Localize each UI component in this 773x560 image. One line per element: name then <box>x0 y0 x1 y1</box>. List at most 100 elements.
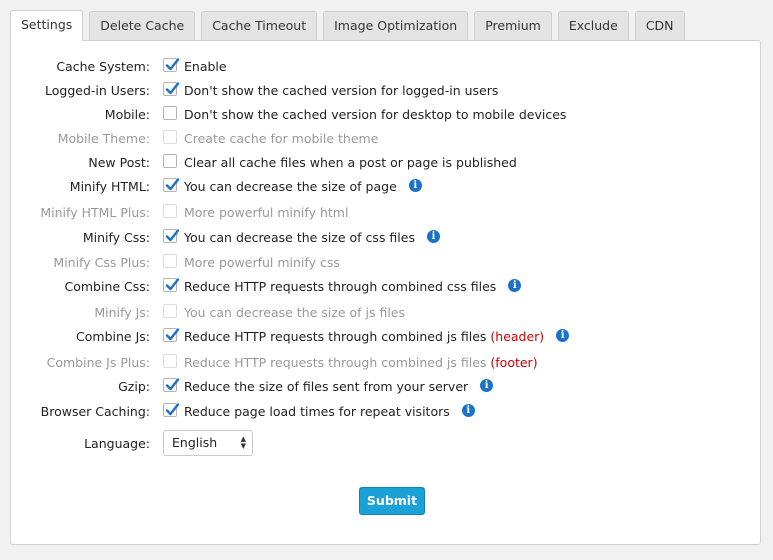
setting-row: Combine Js: Reduce HTTP requests through … <box>11 325 760 347</box>
checkmark-icon <box>165 328 180 341</box>
setting-label: Cache System: <box>56 58 150 74</box>
setting-description-text: More powerful minify css <box>184 254 340 270</box>
setting-label: Minify Css Plus: <box>53 254 150 270</box>
setting-label: Combine Js Plus: <box>46 354 150 370</box>
setting-description-text: Clear all cache files when a post or pag… <box>184 154 517 170</box>
setting-label: Browser Caching: <box>40 403 150 419</box>
info-icon[interactable]: i <box>508 278 522 292</box>
tab-premium[interactable]: Premium <box>474 11 552 40</box>
setting-description: Don't show the cached version for deskto… <box>184 107 566 122</box>
setting-label: Mobile: <box>104 106 150 122</box>
setting-row: Logged-in Users: Don't show the cached ve… <box>11 79 760 101</box>
language-selected-value: English <box>172 435 218 450</box>
setting-description-text: Reduce the size of files sent from your … <box>184 378 469 394</box>
setting-label: Minify Js: <box>94 304 150 320</box>
setting-description: Create cache for mobile theme <box>184 131 378 146</box>
settings-panel: Cache System: Enable Logged-in Users: Don't… <box>10 40 761 545</box>
setting-label: Gzip: <box>118 378 150 394</box>
setting-description-text: Reduce HTTP requests through combined cs… <box>184 278 497 294</box>
select-arrows-icon: ▲ ▼ <box>240 435 246 450</box>
setting-checkbox <box>163 354 177 368</box>
tab-exclude[interactable]: Exclude <box>557 11 629 40</box>
setting-description: You can decrease the size of page i <box>184 178 422 194</box>
setting-row: Gzip: Reduce the size of files sent from … <box>11 375 760 397</box>
setting-description-text: Enable <box>184 58 227 74</box>
setting-description-text: You can decrease the size of css files <box>184 229 415 245</box>
info-icon[interactable]: i <box>480 378 494 392</box>
setting-row: Minify Css: You can decrease the size of … <box>11 226 760 248</box>
setting-checkbox <box>163 204 177 218</box>
info-icon[interactable]: i <box>408 178 422 192</box>
setting-checkbox[interactable] <box>163 378 180 392</box>
setting-row: Minify HTML Plus: More powerful minify ht… <box>11 201 760 223</box>
setting-description: Reduce the size of files sent from your … <box>184 378 494 394</box>
setting-description-text: Don't show the cached version for logged… <box>184 82 499 98</box>
setting-description-text: Reduce HTTP requests through combined js… <box>184 328 487 344</box>
setting-row: Mobile Theme: Create cache for mobile the… <box>11 127 760 149</box>
setting-description-text: Create cache for mobile theme <box>184 130 379 146</box>
setting-label: Combine Css: <box>64 278 150 294</box>
checkmark-icon <box>165 278 180 291</box>
tab-settings[interactable]: Settings <box>10 10 84 41</box>
language-select[interactable]: English ▲ ▼ <box>163 430 253 456</box>
language-label: Language: <box>84 435 150 451</box>
setting-description-text: Reduce page load times for repeat visito… <box>184 403 450 419</box>
setting-position-note: (footer) <box>490 354 538 370</box>
setting-row: Minify Css Plus: More powerful minify css <box>11 251 760 273</box>
setting-checkbox <box>163 254 177 268</box>
setting-description: Enable <box>184 59 227 74</box>
setting-label: New Post: <box>88 154 150 170</box>
info-icon[interactable]: i <box>426 229 440 243</box>
setting-description: Reduce HTTP requests through combined js… <box>184 328 570 344</box>
setting-checkbox[interactable] <box>163 278 180 292</box>
setting-checkbox[interactable] <box>163 229 180 243</box>
checkmark-icon <box>165 82 180 95</box>
setting-description-text: You can decrease the size of js files <box>184 304 406 320</box>
setting-checkbox[interactable] <box>163 58 180 72</box>
setting-description: More powerful minify html <box>184 205 348 220</box>
checkmark-icon <box>165 378 180 391</box>
setting-description: More powerful minify css <box>184 255 340 270</box>
setting-description: Reduce page load times for repeat visito… <box>184 403 475 419</box>
setting-description-text: You can decrease the size of page <box>184 178 397 194</box>
setting-checkbox <box>163 130 177 144</box>
setting-label: Combine Js: <box>76 328 150 344</box>
setting-label: Logged-in Users: <box>45 82 150 98</box>
setting-row: Combine Js Plus: Reduce HTTP requests thr… <box>11 351 760 373</box>
setting-description: You can decrease the size of js files <box>184 305 405 320</box>
setting-row: Combine Css: Reduce HTTP requests through… <box>11 275 760 297</box>
tab-cdn[interactable]: CDN <box>634 11 685 40</box>
setting-description: Reduce HTTP requests through combined js… <box>184 355 538 370</box>
setting-row: Minify HTML: You can decrease the size of… <box>11 175 760 197</box>
setting-description-text: Reduce HTTP requests through combined js… <box>184 354 487 370</box>
setting-label: Minify Css: <box>82 229 150 245</box>
setting-checkbox[interactable] <box>163 403 180 417</box>
submit-button[interactable]: Submit <box>359 487 425 515</box>
info-icon[interactable]: i <box>556 328 570 342</box>
setting-row: New Post: Clear all cache files when a po… <box>11 151 760 173</box>
tab-image-optimization[interactable]: Image Optimization <box>323 11 469 40</box>
setting-description-text: More powerful minify html <box>184 204 349 220</box>
setting-description-text: Don't show the cached version for deskto… <box>184 106 567 122</box>
checkmark-icon <box>165 403 180 416</box>
tab-bar: Settings Delete Cache Cache Timeout Imag… <box>10 10 685 41</box>
setting-checkbox <box>163 304 177 318</box>
setting-checkbox[interactable] <box>163 82 180 96</box>
checkmark-icon <box>165 58 180 71</box>
setting-row: Cache System: Enable <box>11 55 760 77</box>
setting-description: Reduce HTTP requests through combined cs… <box>184 278 522 294</box>
setting-label: Minify HTML Plus: <box>40 204 150 220</box>
checkmark-icon <box>165 229 180 242</box>
setting-checkbox[interactable] <box>163 106 177 120</box>
setting-description: Clear all cache files when a post or pag… <box>184 155 517 170</box>
setting-checkbox[interactable] <box>163 154 177 168</box>
setting-position-note: (header) <box>490 328 545 344</box>
tab-delete-cache[interactable]: Delete Cache <box>89 11 196 40</box>
language-row: Language: English ▲ ▼ <box>11 430 760 456</box>
setting-row: Mobile: Don't show the cached version for… <box>11 103 760 125</box>
setting-description: Don't show the cached version for logged… <box>184 83 498 98</box>
tab-cache-timeout[interactable]: Cache Timeout <box>201 11 318 40</box>
info-icon[interactable]: i <box>461 403 475 417</box>
setting-checkbox[interactable] <box>163 328 180 342</box>
setting-checkbox[interactable] <box>163 178 180 192</box>
